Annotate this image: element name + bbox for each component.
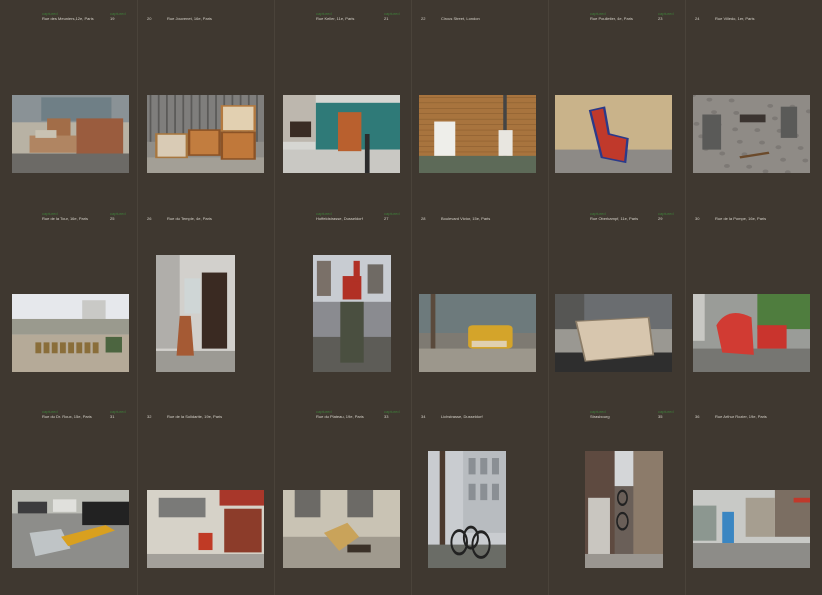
location-caption: Rue de la Solidarite, 19e, Paris <box>167 414 223 419</box>
street-photo[interactable] <box>585 451 663 568</box>
page-number: 26 <box>147 216 152 221</box>
street-photo[interactable] <box>283 95 400 173</box>
page-number: 22 <box>421 16 426 21</box>
location-caption: Rue du Dr. Roux, 15e, Paris <box>42 414 92 419</box>
street-photo[interactable] <box>12 490 129 568</box>
street-photo[interactable] <box>12 95 129 173</box>
location-caption: Rue de la Pompe, 16e, Paris <box>715 216 767 221</box>
page-number: 36 <box>695 414 700 419</box>
street-photo[interactable] <box>693 294 810 372</box>
location-caption: Hoffeldstrasse, Dusseldorf <box>316 216 363 221</box>
column-divider <box>274 0 275 595</box>
street-photo[interactable] <box>693 95 810 173</box>
location-caption: Rue Oberkampf, 11e, Paris <box>590 216 639 221</box>
location-caption: Rue de la Tour, 16e, Paris <box>42 216 88 221</box>
location-caption: Rue Jouvenet, 16e, Paris <box>167 16 212 21</box>
street-photo[interactable] <box>12 294 129 372</box>
street-photo[interactable] <box>555 294 672 372</box>
street-photo[interactable] <box>313 255 391 372</box>
page-number: 32 <box>147 414 152 419</box>
location-caption: Rue Villedo, 1er, Paris <box>715 16 755 21</box>
page-number: 28 <box>421 216 426 221</box>
page-number: 25 <box>110 216 115 221</box>
location-caption: Rue des Meuniers,12e, Paris <box>42 16 94 21</box>
street-photo[interactable] <box>555 95 672 173</box>
street-photo[interactable] <box>419 95 536 173</box>
location-caption: Rue Keller, 11e, Paris <box>316 16 355 21</box>
street-photo[interactable] <box>147 95 264 173</box>
column-divider <box>411 0 412 595</box>
page-number: 34 <box>421 414 426 419</box>
page-number: 33 <box>384 414 389 419</box>
street-photo[interactable] <box>156 255 235 372</box>
page-number: 19 <box>110 16 115 21</box>
page-number: 23 <box>658 16 663 21</box>
page-number: 27 <box>384 216 389 221</box>
page-number: 29 <box>658 216 663 221</box>
street-photo[interactable] <box>283 490 400 568</box>
column-divider <box>137 0 138 595</box>
location-caption: Rue du Temple, 4e, Paris <box>167 216 212 221</box>
location-caption: Strasbourg <box>590 414 610 419</box>
column-divider <box>548 0 549 595</box>
location-caption: Circus Street, London <box>441 16 480 21</box>
location-caption: Boulevard Victor, 15e, Paris <box>441 216 491 221</box>
street-photo[interactable] <box>419 294 536 372</box>
page-number: 30 <box>695 216 700 221</box>
column-divider <box>685 0 686 595</box>
page-number: 31 <box>110 414 115 419</box>
page-number: 35 <box>658 414 663 419</box>
page-number: 20 <box>147 16 152 21</box>
street-photo[interactable] <box>693 490 810 568</box>
location-caption: Lichstrasse, Dusseldorf <box>441 414 483 419</box>
page-number: 24 <box>695 16 700 21</box>
location-caption: Rue Arthur Rozier, 19e, Paris <box>715 414 767 419</box>
location-caption: Rue Poulletier, 4e, Paris <box>590 16 633 21</box>
location-caption: Rue du Plateau, 19e, Paris <box>316 414 364 419</box>
street-photo[interactable] <box>428 451 506 568</box>
street-photo[interactable] <box>147 490 264 568</box>
page-number: 21 <box>384 16 389 21</box>
